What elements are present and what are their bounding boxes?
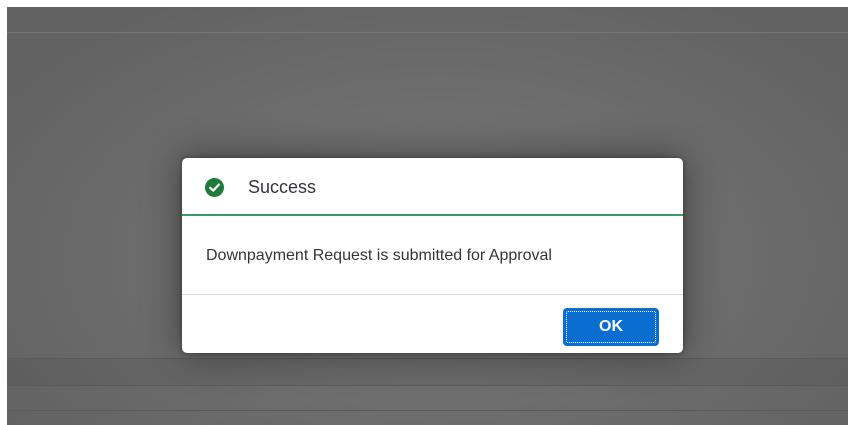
dialog-footer: OK [182, 294, 683, 353]
dialog-title: Success [248, 177, 317, 197]
check-circle-icon [205, 178, 224, 197]
background-overlay: Success Downpayment Request is submitted… [7, 7, 848, 425]
success-dialog: Success Downpayment Request is submitted… [182, 158, 683, 353]
ok-button[interactable]: OK [563, 308, 659, 346]
dialog-content: Downpayment Request is submitted for App… [182, 216, 683, 294]
divider [7, 410, 848, 411]
divider [7, 385, 848, 386]
divider [7, 358, 848, 359]
dialog-header: Success [182, 158, 683, 216]
divider [7, 32, 848, 33]
background-row [7, 359, 848, 385]
dialog-message: Downpayment Request is submitted for App… [206, 247, 552, 264]
